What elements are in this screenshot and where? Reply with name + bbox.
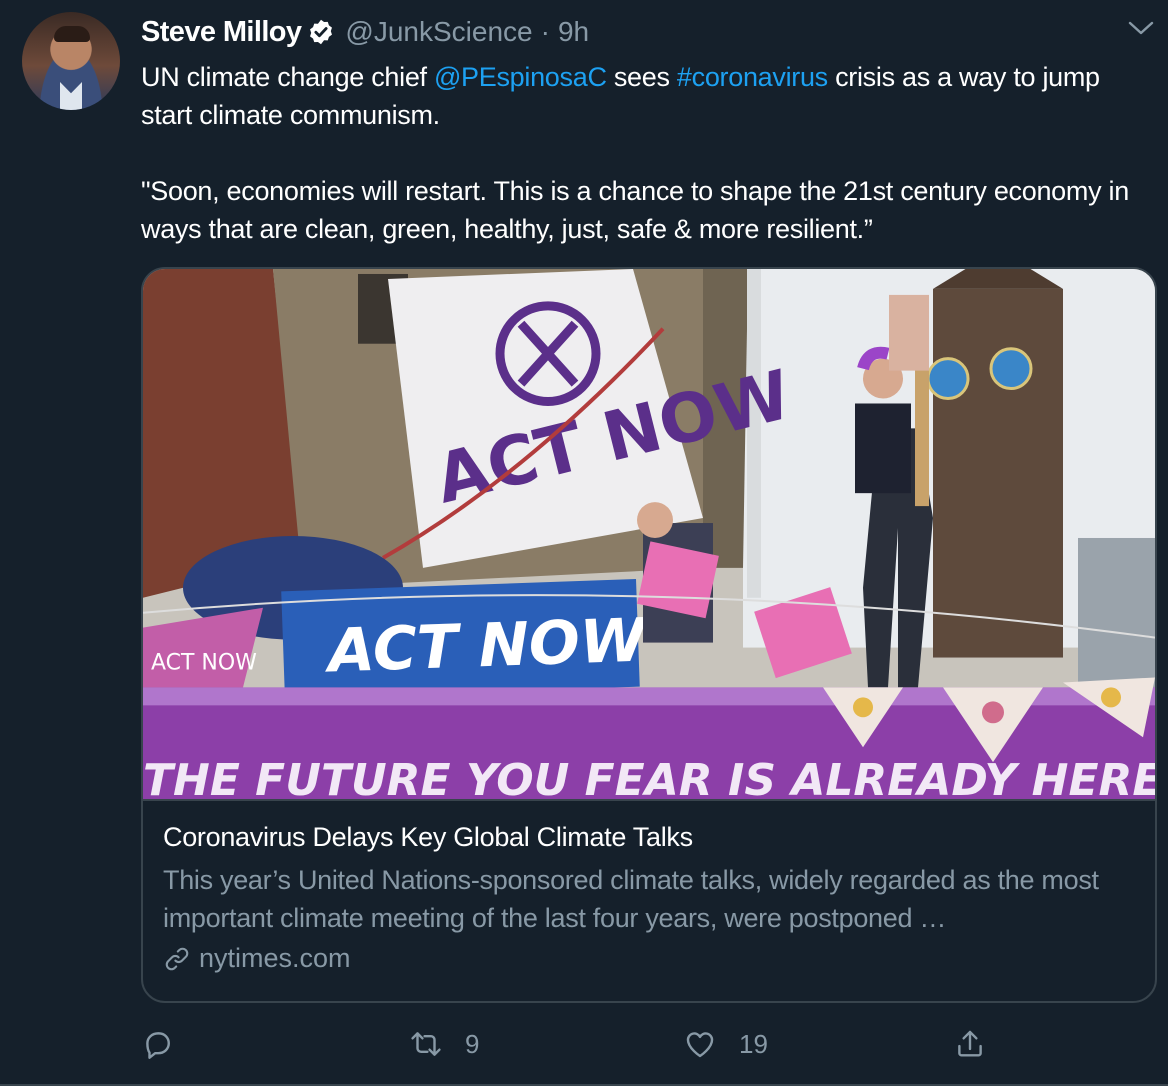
retweet-button[interactable]: 9: [409, 1022, 479, 1066]
link-card[interactable]: ACT NOW ACT NOW ACT NOW THE FUTURE YOU F…: [141, 267, 1157, 1003]
card-image[interactable]: ACT NOW ACT NOW ACT NOW THE FUTURE YOU F…: [143, 269, 1155, 801]
card-description: This year’s United Nations-sponsored cli…: [163, 865, 1099, 933]
like-button[interactable]: 19: [683, 1022, 768, 1066]
tweet[interactable]: Steve Milloy @JunkScience · 9h UN climat…: [0, 0, 1168, 1086]
header-separator: ·: [540, 16, 550, 47]
heart-icon: [686, 1032, 714, 1058]
avatar-hair: [54, 26, 90, 42]
reply-button[interactable]: [141, 1022, 197, 1066]
tweet-paragraph-1: UN climate change chief @PEspinosaC sees…: [141, 58, 1151, 134]
card-body: Coronavirus Delays Key Global Climate Ta…: [163, 817, 1143, 974]
reply-icon: [146, 1032, 170, 1059]
hashtag-link[interactable]: #coronavirus: [677, 62, 828, 92]
share-icon: [958, 1030, 982, 1057]
mention-link[interactable]: @PEspinosaC: [434, 62, 607, 92]
tweet-actions: 9 19: [141, 1022, 1161, 1066]
card-domain-row: nytimes.com: [163, 943, 1143, 974]
tweet-text-segment: UN climate change chief: [141, 62, 434, 92]
author-handle[interactable]: @JunkScience: [345, 16, 532, 48]
author-name[interactable]: Steve Milloy: [141, 16, 302, 49]
avatar[interactable]: [22, 12, 120, 110]
tweet-text-segment: sees: [606, 62, 677, 92]
chevron-down-icon[interactable]: [1128, 20, 1154, 36]
like-count: 19: [739, 1028, 768, 1059]
card-domain: nytimes.com: [199, 943, 351, 973]
verified-badge-icon: [310, 19, 333, 45]
tweet-header: Steve Milloy @JunkScience · 9h: [141, 14, 589, 50]
link-icon: [165, 947, 189, 970]
card-title[interactable]: Coronavirus Delays Key Global Climate Ta…: [163, 817, 1143, 857]
tweet-text: UN climate change chief @PEspinosaC sees…: [141, 58, 1151, 248]
boat-slogan-text: THE FUTURE YOU FEAR IS ALREADY HERE: [143, 755, 1155, 801]
left-flag-text: ACT NOW: [151, 651, 257, 676]
share-button[interactable]: [953, 1022, 987, 1066]
retweet-icon: [411, 1032, 441, 1056]
avatar-collar: [60, 82, 82, 110]
tweet-paragraph-2: "Soon, economies will restart. This is a…: [141, 176, 1129, 244]
tweet-timestamp[interactable]: 9h: [558, 16, 589, 48]
retweet-count: 9: [465, 1028, 480, 1059]
banner-blue-text: ACT NOW: [323, 605, 650, 686]
